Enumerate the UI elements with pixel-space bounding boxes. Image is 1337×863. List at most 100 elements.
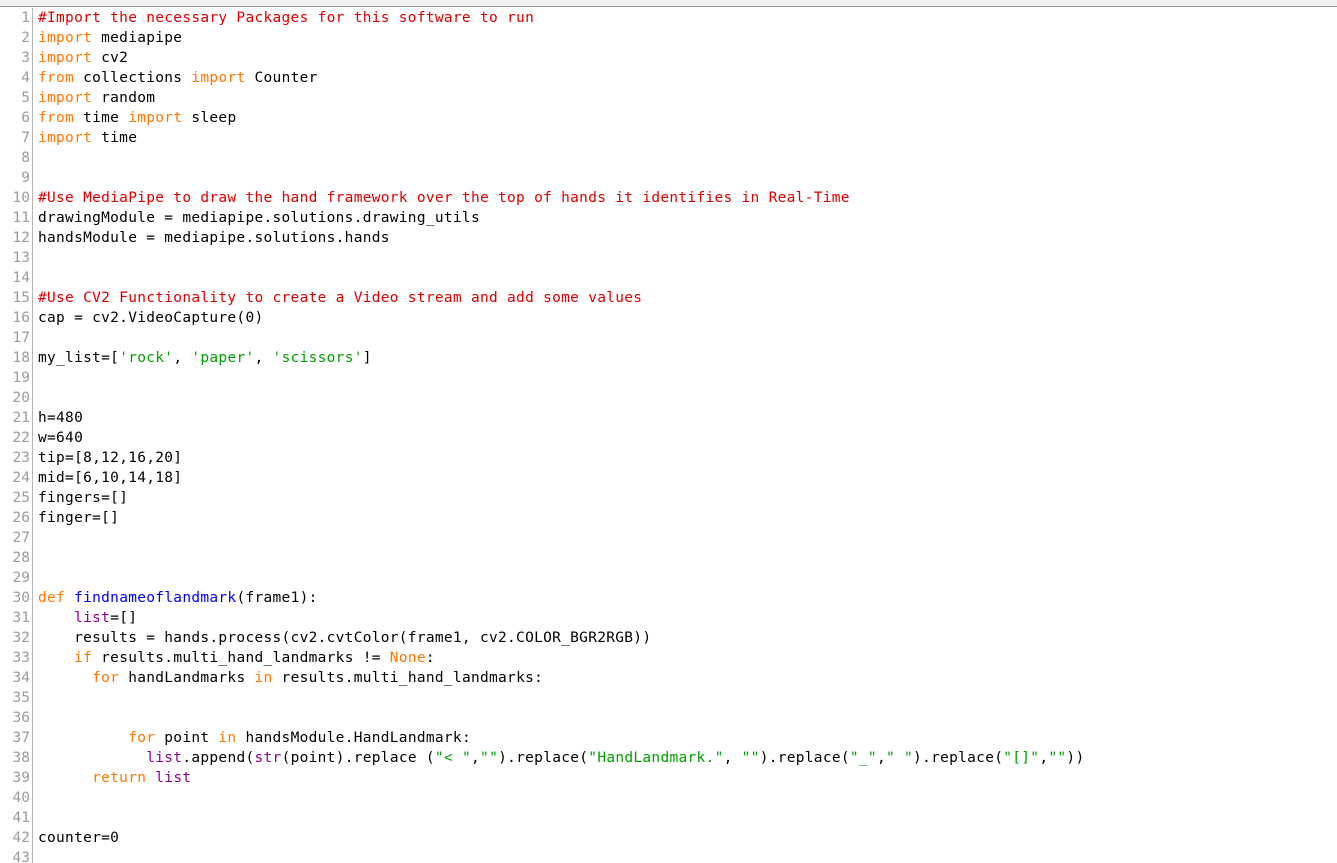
code-line-text[interactable]: if results.multi_hand_landmarks != None:: [33, 648, 435, 668]
code-line[interactable]: 26 finger=[]: [0, 508, 1337, 528]
code-line[interactable]: 22 w=640: [0, 428, 1337, 448]
code-line-text[interactable]: results = hands.process(cv2.cvtColor(fra…: [33, 628, 651, 648]
code-line[interactable]: 21 h=480: [0, 408, 1337, 428]
code-line-text[interactable]: counter=0: [33, 828, 119, 848]
code-line-text[interactable]: handsModule = mediapipe.solutions.hands: [33, 228, 390, 248]
code-line-text[interactable]: def findnameoflandmark(frame1):: [33, 588, 318, 608]
code-line-text[interactable]: mid=[6,10,14,18]: [33, 468, 182, 488]
code-line[interactable]: 24 mid=[6,10,14,18]: [0, 468, 1337, 488]
code-line-text[interactable]: from time import sleep: [33, 108, 236, 128]
code-token-cm: #Use CV2 Functionality to create a Video…: [38, 290, 643, 306]
code-line[interactable]: 8: [0, 148, 1337, 168]
code-line[interactable]: 7 import time: [0, 128, 1337, 148]
code-line-text[interactable]: h=480: [33, 408, 83, 428]
code-line-text[interactable]: #Import the necessary Packages for this …: [33, 8, 534, 28]
code-line[interactable]: 12 handsModule = mediapipe.solutions.hand…: [0, 228, 1337, 248]
code-line-text[interactable]: cap = cv2.VideoCapture(0): [33, 308, 264, 328]
code-line[interactable]: 25 fingers=[]: [0, 488, 1337, 508]
code-line-text[interactable]: fingers=[]: [33, 488, 128, 508]
gutter-separator: [32, 708, 33, 728]
code-line[interactable]: 29: [0, 568, 1337, 588]
line-number: 1: [21, 10, 30, 26]
code-line[interactable]: 2 import mediapipe: [0, 28, 1337, 48]
code-line[interactable]: 34 for handLandmarks in results.multi_ha…: [0, 668, 1337, 688]
code-line-text[interactable]: import random: [33, 88, 155, 108]
code-token-pl: results.multi_hand_landmarks:: [272, 670, 544, 686]
code-token-kw: for: [128, 730, 156, 746]
code-token-pl: tip=[8,12,16,20]: [38, 450, 183, 466]
code-line[interactable]: 32 results = hands.process(cv2.cvtColor(…: [0, 628, 1337, 648]
code-line-text[interactable]: #Use MediaPipe to draw the hand framewor…: [33, 188, 850, 208]
code-line-text[interactable]: import cv2: [33, 48, 128, 68]
code-line[interactable]: 19: [0, 368, 1337, 388]
gutter-separator: [32, 848, 33, 863]
code-line-text[interactable]: drawingModule = mediapipe.solutions.draw…: [33, 208, 480, 228]
gutter-separator: [32, 568, 33, 588]
code-line[interactable]: 10 #Use MediaPipe to draw the hand framew…: [0, 188, 1337, 208]
line-number: 33: [12, 650, 30, 666]
code-line-text[interactable]: tip=[8,12,16,20]: [33, 448, 182, 468]
code-line[interactable]: 13: [0, 248, 1337, 268]
code-token-str: " ": [885, 750, 914, 766]
code-token-kw: import: [38, 130, 93, 146]
code-line[interactable]: 1 #Import the necessary Packages for this…: [0, 8, 1337, 28]
line-number: 41: [12, 810, 30, 826]
code-line[interactable]: 40: [0, 788, 1337, 808]
code-line[interactable]: 11 drawingModule = mediapipe.solutions.dr…: [0, 208, 1337, 228]
code-line[interactable]: 33 if results.multi_hand_landmarks != No…: [0, 648, 1337, 668]
code-line-text[interactable]: return list: [33, 768, 191, 788]
code-line[interactable]: 9: [0, 168, 1337, 188]
gutter-separator: [32, 548, 33, 568]
code-line[interactable]: 37 for point in handsModule.HandLandmark…: [0, 728, 1337, 748]
gutter-separator: [32, 528, 33, 548]
line-number: 24: [12, 470, 30, 486]
code-line[interactable]: 5 import random: [0, 88, 1337, 108]
code-line-text[interactable]: w=640: [33, 428, 83, 448]
code-line[interactable]: 16 cap = cv2.VideoCapture(0): [0, 308, 1337, 328]
code-line[interactable]: 20: [0, 388, 1337, 408]
code-line-text[interactable]: from collections import Counter: [33, 68, 318, 88]
line-number: 26: [12, 510, 30, 526]
code-line[interactable]: 42 counter=0: [0, 828, 1337, 848]
code-token-pl: Counter: [245, 70, 318, 86]
code-line[interactable]: 36: [0, 708, 1337, 728]
line-number: 20: [12, 390, 30, 406]
code-line-text[interactable]: finger=[]: [33, 508, 119, 528]
code-line[interactable]: 28: [0, 548, 1337, 568]
code-line[interactable]: 41: [0, 808, 1337, 828]
code-line-text[interactable]: my_list=['rock', 'paper', 'scissors']: [33, 348, 372, 368]
code-line[interactable]: 3 import cv2: [0, 48, 1337, 68]
code-line[interactable]: 4 from collections import Counter: [0, 68, 1337, 88]
code-line-text[interactable]: import time: [33, 128, 137, 148]
code-line[interactable]: 6 from time import sleep: [0, 108, 1337, 128]
code-line-text[interactable]: #Use CV2 Functionality to create a Video…: [33, 288, 642, 308]
code-line[interactable]: 39 return list: [0, 768, 1337, 788]
code-line[interactable]: 23 tip=[8,12,16,20]: [0, 448, 1337, 468]
code-line-text[interactable]: for handLandmarks in results.multi_hand_…: [33, 668, 543, 688]
code-token-pl: ,: [723, 750, 742, 766]
code-line-text[interactable]: list.append(str(point).replace ("< ","")…: [33, 748, 1084, 768]
code-token-pl: handsModule.HandLandmark:: [236, 730, 471, 746]
code-line[interactable]: 27: [0, 528, 1337, 548]
code-line-text[interactable]: list=[]: [33, 608, 137, 628]
code-line-text[interactable]: for point in handsModule.HandLandmark:: [33, 728, 471, 748]
code-line[interactable]: 15 #Use CV2 Functionality to create a Vid…: [0, 288, 1337, 308]
code-line[interactable]: 43: [0, 848, 1337, 863]
code-line[interactable]: 30 def findnameoflandmark(frame1):: [0, 588, 1337, 608]
code-line[interactable]: 35: [0, 688, 1337, 708]
code-line[interactable]: 18 my_list=['rock', 'paper', 'scissors']: [0, 348, 1337, 368]
code-text-area[interactable]: 1 #Import the necessary Packages for this…: [0, 8, 1337, 863]
code-line[interactable]: 31 list=[]: [0, 608, 1337, 628]
code-line[interactable]: 38 list.append(str(point).replace ("< ",…: [0, 748, 1337, 768]
code-token-fn: findnameoflandmark: [74, 590, 237, 606]
line-number: 18: [12, 350, 30, 366]
code-line-text[interactable]: import mediapipe: [33, 28, 182, 48]
code-line[interactable]: 17: [0, 328, 1337, 348]
code-line[interactable]: 14: [0, 268, 1337, 288]
line-number: 15: [12, 290, 30, 306]
code-token-pl: (point).replace (: [281, 750, 435, 766]
